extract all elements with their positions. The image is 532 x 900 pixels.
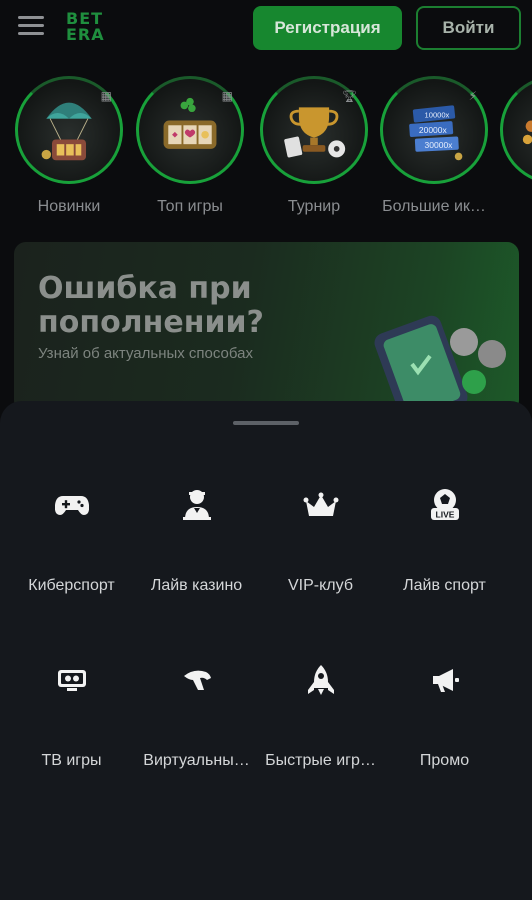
banner-title: Ошибка при пополнении? xyxy=(38,271,264,340)
menu-item-virtual-sports[interactable]: Виртуальны… xyxy=(130,660,263,770)
menu-item-label: Промо xyxy=(419,752,470,769)
category-top-games-ring: ▦ xyxy=(136,76,244,184)
deposit-help-banner[interactable]: Ошибка при пополнении? Узнай об актуальн… xyxy=(14,242,519,412)
hamburger-menu-icon[interactable] xyxy=(18,14,46,38)
menu-item-live-sport[interactable]: LIVE Лайв спорт xyxy=(378,485,511,595)
category-next-ring xyxy=(500,76,532,184)
gamepad-icon xyxy=(54,496,89,515)
rocket-icon xyxy=(307,665,334,695)
menu-item-live-casino[interactable]: Лайв казино xyxy=(130,485,263,595)
menu-item-label: Киберспорт xyxy=(28,577,115,594)
sheet-drag-handle[interactable] xyxy=(233,421,299,425)
menu-item-tv-games[interactable]: ТВ игры xyxy=(5,660,138,770)
logo-line-2: ERA xyxy=(66,25,105,44)
live-badge: LIVE xyxy=(435,510,454,520)
ticket-value: 20000x xyxy=(419,125,448,135)
menu-item-label: Быстрые игр… xyxy=(265,752,376,769)
category-label: Большие ик… xyxy=(382,198,486,215)
trophy-icon xyxy=(284,107,346,158)
multiplier-tickets-icon: 10000x 20000x 30000x xyxy=(409,105,463,161)
live-ball-icon: LIVE xyxy=(430,489,459,520)
betera-logo[interactable]: BET ERA xyxy=(66,11,118,43)
menu-item-promo[interactable]: Промо xyxy=(378,660,511,770)
menu-item-fast-games[interactable]: Быстрые игр… xyxy=(254,660,387,770)
category-label: Топ игры xyxy=(157,198,223,215)
coins-icon xyxy=(522,120,532,145)
dealer-icon xyxy=(182,490,211,520)
category-big-wins[interactable]: ⚡︎ 10000x 20000x 30000x Большие ик… xyxy=(378,76,490,216)
megaphone-icon xyxy=(432,669,459,692)
menu-item-label: ТВ игры xyxy=(41,752,102,769)
slot-machine-icon xyxy=(163,97,217,149)
menu-item-label: VIP-клуб xyxy=(288,577,353,594)
tv-icon xyxy=(57,670,86,691)
menu-item-esports[interactable]: Киберспорт xyxy=(5,485,138,595)
menu-item-label: Лайв спорт xyxy=(403,577,486,594)
crown-icon xyxy=(303,492,338,516)
menu-item-label: Лайв казино xyxy=(150,577,243,594)
menu-item-label: Виртуальны… xyxy=(143,752,250,769)
category-label: Новинки xyxy=(37,198,101,215)
banner-subtitle: Узнай об актуальных способах xyxy=(38,345,253,362)
ticket-value: 10000x xyxy=(425,111,450,120)
category-label: Турнир xyxy=(287,198,341,215)
horse-head-icon xyxy=(183,670,211,690)
phone-coins-illustration xyxy=(374,315,506,412)
bottom-sheet-menu: Киберспорт Лайв казино VIP-клуб LIVE Лай… xyxy=(0,401,532,900)
menu-item-vip-club[interactable]: VIP-клуб xyxy=(254,485,387,595)
category-new-ring: ▦ xyxy=(15,76,123,184)
category-tournament-ring: 🏆︎ xyxy=(260,76,368,184)
ticket-value: 30000x xyxy=(425,140,454,150)
login-button[interactable]: Войти xyxy=(416,6,521,50)
top-header: BET ERA Регистрация Войти xyxy=(0,0,532,60)
parachute-slot-icon xyxy=(41,102,92,161)
category-next-partial[interactable] xyxy=(498,76,532,184)
category-big-wins-ring: ⚡︎ 10000x 20000x 30000x xyxy=(380,76,488,184)
category-top-games[interactable]: ▦ Топ игры xyxy=(134,76,246,216)
category-carousel[interactable]: ▦ Новинки ▦ Топ игры 🏆︎ Турнир ⚡︎ 10000x… xyxy=(0,76,532,226)
register-button[interactable]: Регистрация xyxy=(253,6,402,50)
category-tournament[interactable]: 🏆︎ Турнир xyxy=(258,76,370,216)
category-new[interactable]: ▦ Новинки xyxy=(13,76,125,216)
